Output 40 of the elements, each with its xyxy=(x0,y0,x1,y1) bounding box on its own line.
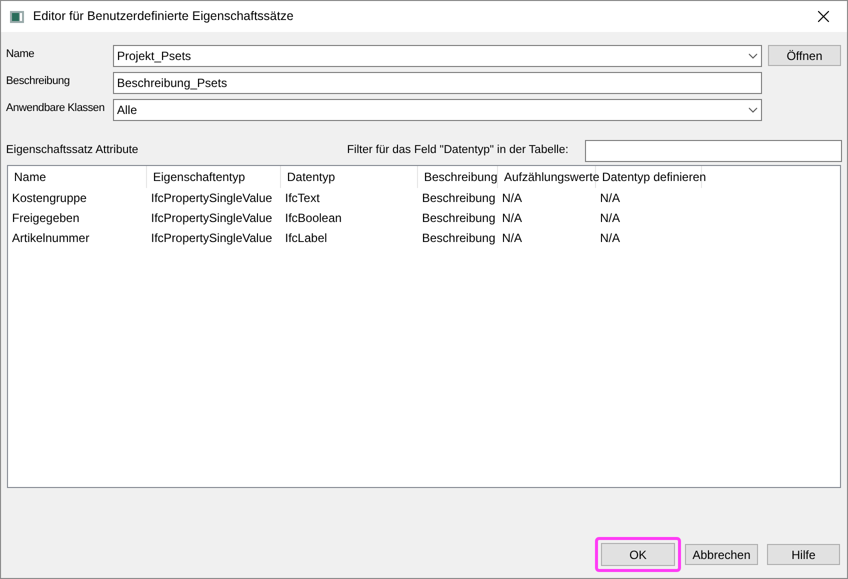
dropdown-field[interactable]: Alle xyxy=(113,99,762,121)
dialog-button[interactable]: OK xyxy=(595,537,681,572)
dropdown-field[interactable]: Projekt_Psets xyxy=(113,45,762,67)
table-cell-text: N/A xyxy=(599,210,622,227)
table-cell-text: IfcPropertySingleValue xyxy=(150,190,274,207)
table-cell-text: Kostengruppe xyxy=(11,190,88,207)
filter-label: Filter für das Feld "Datentyp" in der Tabelle: xyxy=(347,142,570,158)
table-cell-text: IfcLabel xyxy=(284,230,328,247)
table-cell-text: N/A xyxy=(501,190,524,207)
table-cell-text: IfcPropertySingleValue xyxy=(150,230,274,247)
column-header[interactable]: Beschreibung xyxy=(418,166,498,188)
dialog-button[interactable]: Abbrechen xyxy=(685,544,758,565)
close-icon xyxy=(818,11,828,22)
field-label: Beschreibung xyxy=(6,74,71,89)
app-icon xyxy=(10,10,24,22)
field-label: Name xyxy=(6,47,36,62)
table-cell-text: IfcPropertySingleValue xyxy=(150,210,274,227)
table-cell-text: Beschreibung xyxy=(421,210,496,227)
column-header[interactable]: Eigenschaftentyp xyxy=(147,166,281,188)
window-title: Editor für Benutzerdefinierte Eigenschaftssätze xyxy=(33,8,294,26)
field-label: Anwendbare Klassen xyxy=(6,101,106,116)
section-label: Eigenschaftssatz Attribute xyxy=(6,142,140,158)
filter-field[interactable] xyxy=(585,140,842,162)
table-cell-text: N/A xyxy=(599,230,622,247)
table-cell-text: N/A xyxy=(501,210,524,227)
table-cell-text: IfcBoolean xyxy=(284,210,343,227)
table-cell-text: Freigegeben xyxy=(11,210,80,227)
column-header[interactable]: Name xyxy=(8,166,147,188)
table-cell-text: N/A xyxy=(599,190,622,207)
table-cell-text: Artikelnummer xyxy=(11,230,90,247)
column-header[interactable]: Datentyp xyxy=(281,166,418,188)
table-cell-text: Beschreibung xyxy=(421,230,496,247)
chevron-down-icon xyxy=(748,53,758,59)
table-cell-text: N/A xyxy=(501,230,524,247)
dialog-button[interactable]: Hilfe xyxy=(767,544,840,565)
chevron-down-icon xyxy=(748,107,758,113)
table-cell-text: Beschreibung xyxy=(421,190,496,207)
table-cell-text: IfcText xyxy=(284,190,321,207)
text-field[interactable]: Beschreibung_Psets xyxy=(113,72,762,94)
open-button[interactable]: Öffnen xyxy=(768,45,841,66)
